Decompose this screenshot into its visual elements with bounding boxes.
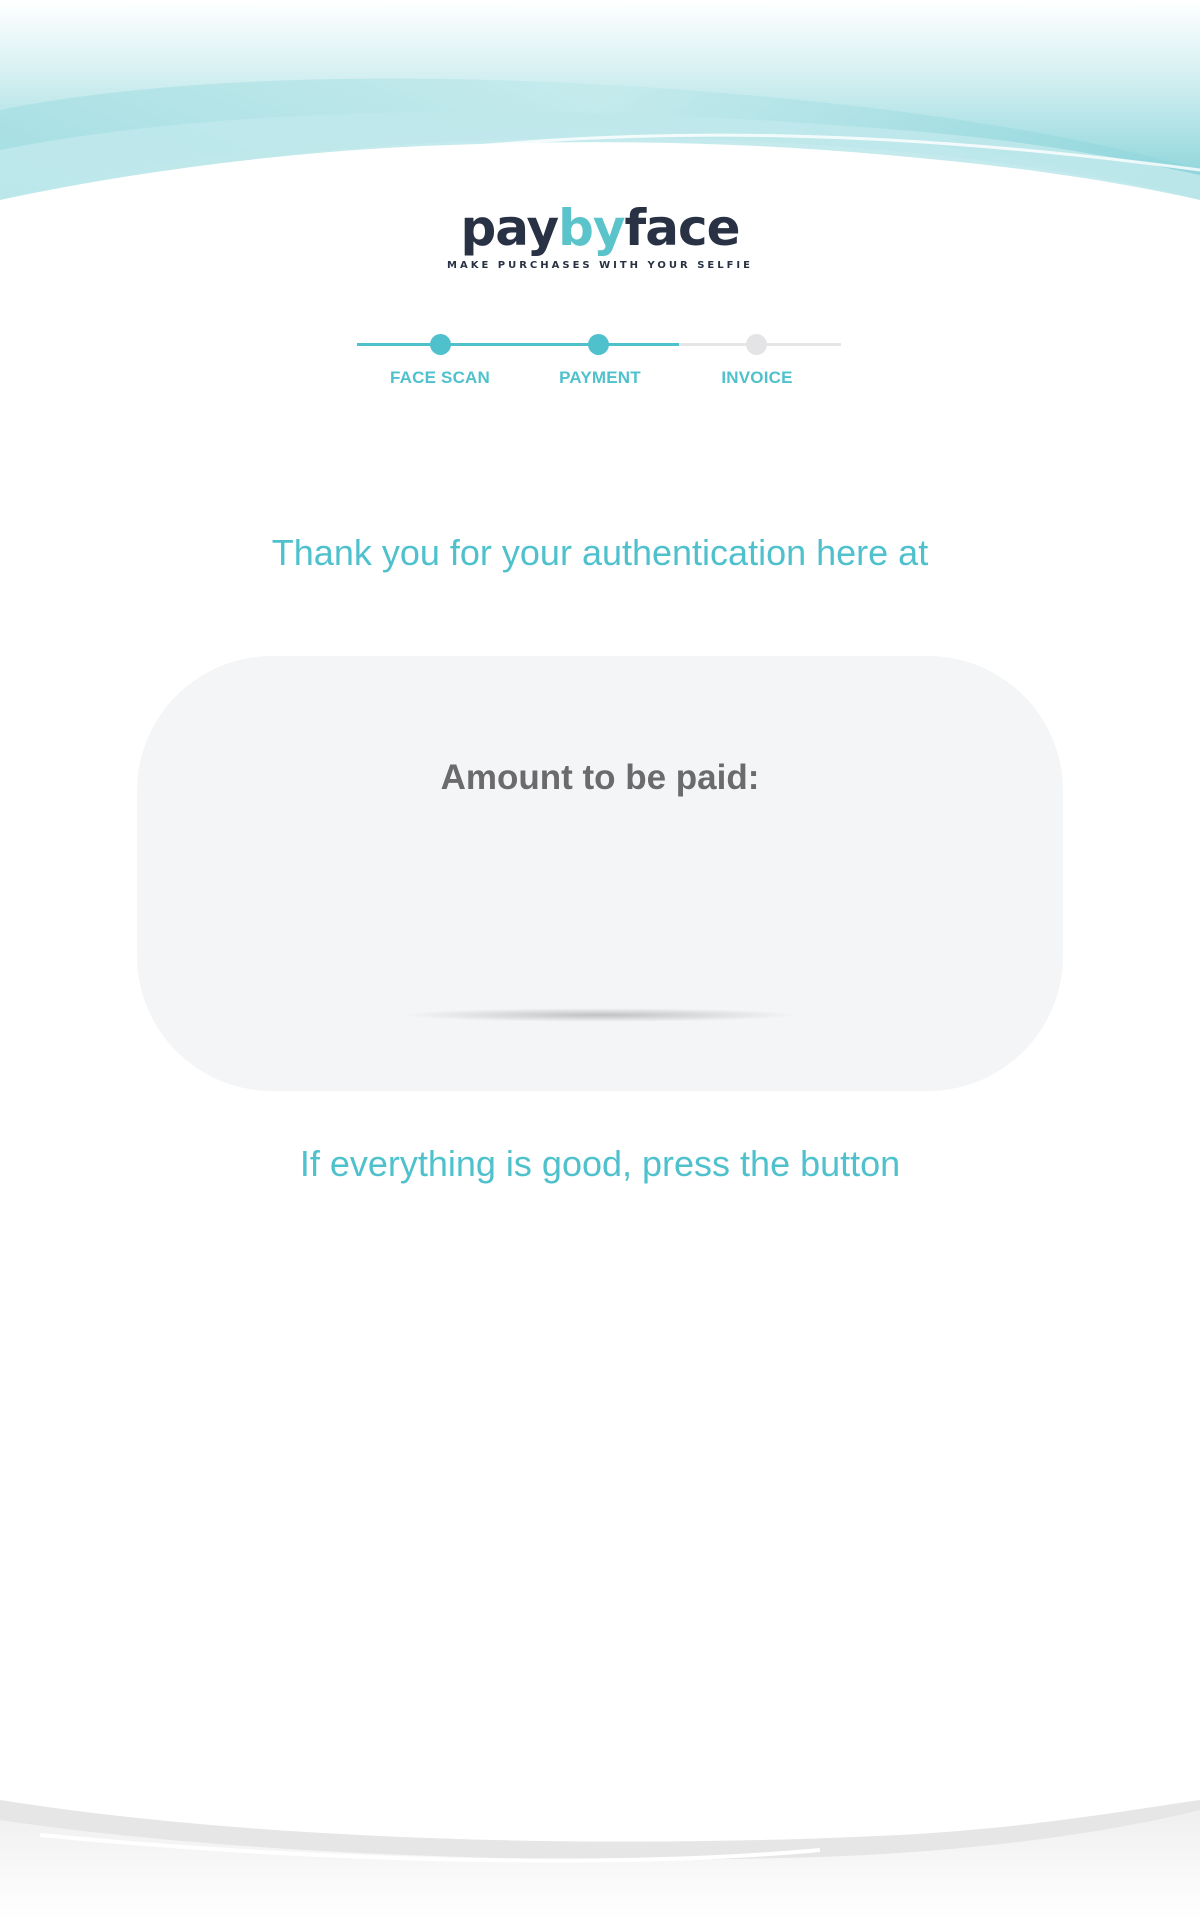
brand-name-by: by [558,199,625,257]
step-dot-invoice [746,334,767,355]
brand-name-face: face [624,199,740,257]
brand-name-pay: pay [460,199,559,257]
amount-label: Amount to be paid: [440,758,760,797]
confirm-prompt: If everything is good, press the button [299,1143,901,1184]
stepper-progress-line [357,343,679,346]
amount-card: Amount to be paid: [137,656,1063,1091]
amount-divider-shadow [400,1008,800,1022]
brand-wordmark: paybyface [0,200,1200,256]
brand-tagline: MAKE PURCHASES WITH YOUR SELFIE [447,260,753,271]
step-label-invoice: INVOICE [721,368,793,387]
step-label-payment: PAYMENT [559,368,641,387]
progress-stepper: FACE SCAN PAYMENT INVOICE [357,330,841,400]
bottom-wave-decoration [0,1800,1200,1920]
step-dot-payment [588,334,609,355]
thanks-message: Thank you for your authentication here a… [271,532,929,573]
brand-logo: paybyface MAKE PURCHASES WITH YOUR SELFI… [0,200,1200,271]
step-dot-face-scan [430,334,451,355]
top-wave-decoration [0,0,1200,210]
step-label-face-scan: FACE SCAN [389,368,491,387]
